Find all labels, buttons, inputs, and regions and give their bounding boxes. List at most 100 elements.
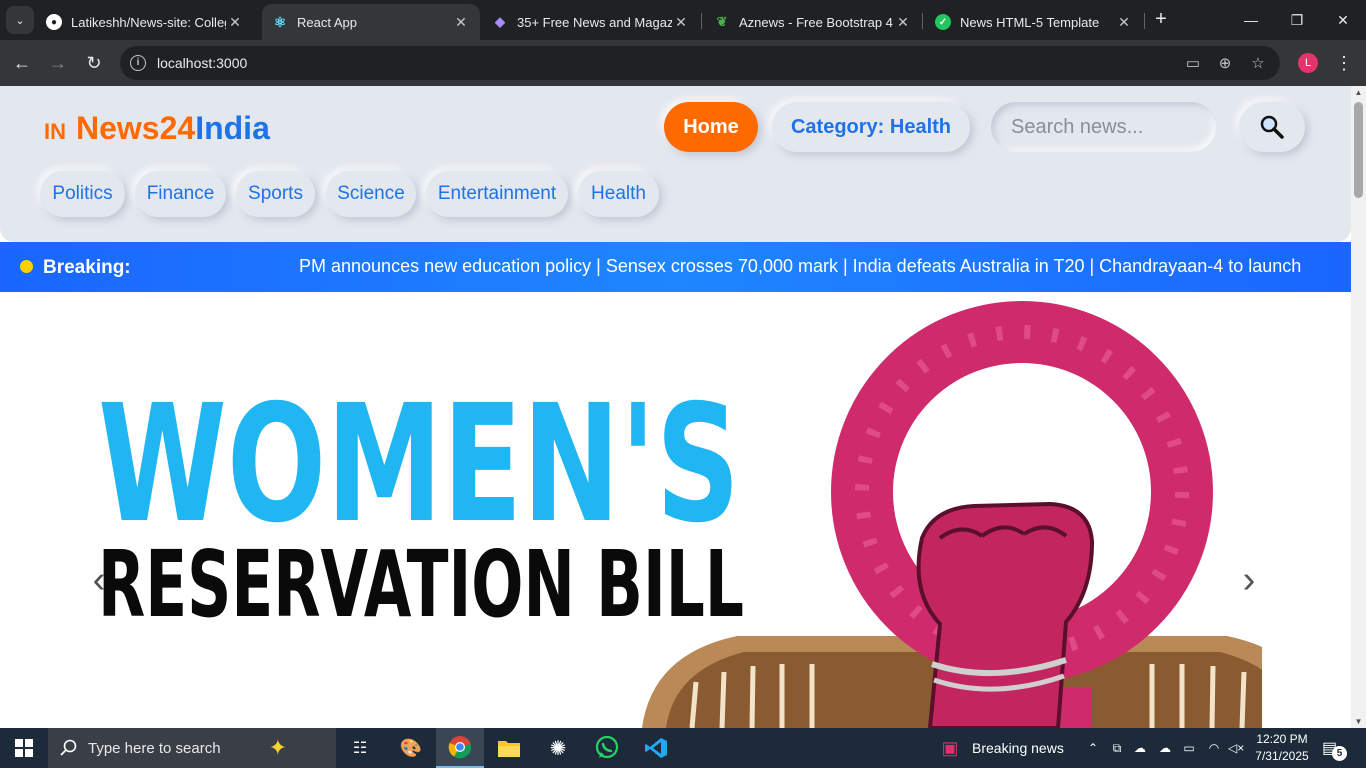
onedrive-sync-icon[interactable]: ☁ <box>1157 740 1173 756</box>
category-politics[interactable]: Politics <box>40 171 125 217</box>
tab-news-template[interactable]: ✓ News HTML-5 Template ✕ <box>925 4 1143 40</box>
show-hidden-icons[interactable]: ⌃ <box>1085 740 1101 756</box>
news-ticker: PM announces new education policy | Sens… <box>299 242 1331 292</box>
close-icon[interactable]: ✕ <box>1115 14 1133 31</box>
womens-reservation-bill-illustration: WOMEN'S RESERVATION BILL <box>92 292 1262 728</box>
start-button[interactable] <box>0 728 48 768</box>
widgets-label[interactable]: Breaking news <box>972 740 1064 756</box>
tab-search-button[interactable]: ⌄ <box>6 6 34 34</box>
category-sports[interactable]: Sports <box>236 171 315 217</box>
taskbar-paint-app[interactable]: 🎨 <box>387 728 435 768</box>
category-health[interactable]: Health <box>578 171 659 217</box>
whatsapp-icon <box>595 736 619 759</box>
check-icon: ✓ <box>935 14 951 30</box>
close-icon[interactable]: ✕ <box>226 14 244 31</box>
page-viewport: IN News24 India Home Category: Health Po… <box>0 86 1351 728</box>
tab-title: Latikeshh/News-site: College <box>71 14 226 30</box>
taskbar-whatsapp-app[interactable] <box>583 728 631 768</box>
battery-icon[interactable]: ▭ <box>1181 740 1197 756</box>
widgets-button[interactable]: ▣ <box>930 728 970 768</box>
volume-muted-icon[interactable]: ◁× <box>1228 740 1244 756</box>
india-flag-icon: IN <box>44 119 66 144</box>
install-app-icon[interactable]: ▭ <box>1183 54 1203 74</box>
category-entertainment[interactable]: Entertainment <box>426 171 568 217</box>
scroll-up-icon[interactable]: ▲ <box>1354 88 1363 97</box>
page-scrollbar[interactable]: ▲ ▼ <box>1351 86 1366 728</box>
taskbar-clock[interactable]: 12:20 PM 7/31/2025 <box>1250 731 1314 765</box>
taskbar-search-placeholder: Type here to search <box>88 739 221 757</box>
task-view-icon: ☷ <box>352 740 368 757</box>
leaf-icon: ❦ <box>716 14 728 29</box>
tab-title: News HTML-5 Template <box>960 14 1100 30</box>
site-logo[interactable]: IN News24 India <box>44 110 270 147</box>
notification-count-badge: 5 <box>1332 746 1347 761</box>
category-finance[interactable]: Finance <box>135 171 226 217</box>
news-carousel: WOMEN'S RESERVATION BILL ‹ › <box>0 292 1351 728</box>
tab-title: 35+ Free News and Magazine <box>517 14 672 30</box>
vscode-icon <box>645 738 667 758</box>
category-science[interactable]: Science <box>326 171 416 217</box>
close-icon[interactable]: ✕ <box>452 14 470 31</box>
taskbar-chrome-app[interactable] <box>436 728 484 768</box>
task-view-button[interactable]: ☷ <box>336 728 384 768</box>
tab-react-app[interactable]: ⚛ React App ✕ <box>262 4 480 40</box>
tab-github[interactable]: ● Latikeshh/News-site: College ✕ <box>36 4 254 40</box>
ticker-text[interactable]: PM announces new education policy | Sens… <box>299 256 1301 277</box>
chatgpt-icon: ✺ <box>549 737 567 760</box>
minimize-button[interactable]: — <box>1228 8 1274 32</box>
colorlib-icon: ◆ <box>495 14 505 29</box>
live-dot-icon <box>20 260 33 273</box>
taskbar-file-explorer[interactable] <box>485 728 533 768</box>
scroll-down-icon[interactable]: ▼ <box>1354 717 1363 726</box>
site-header: IN News24 India Home Category: Health Po… <box>0 86 1351 242</box>
search-input[interactable] <box>991 102 1216 152</box>
tab-free-news[interactable]: ◆ 35+ Free News and Magazine ✕ <box>482 4 700 40</box>
new-tab-button[interactable]: + <box>1150 8 1172 32</box>
tab-aznews[interactable]: ❦ Aznews - Free Bootstrap 4 H ✕ <box>704 4 922 40</box>
chrome-icon <box>448 736 472 759</box>
folder-icon <box>498 741 520 757</box>
onedrive-icon[interactable]: ☁ <box>1132 740 1148 756</box>
taskbar-search-box[interactable]: Type here to search ✦ <box>48 728 336 768</box>
carousel-slide-image[interactable]: WOMEN'S RESERVATION BILL <box>92 292 1262 728</box>
site-info-icon[interactable]: i <box>130 55 146 71</box>
profile-avatar[interactable]: L <box>1298 53 1318 73</box>
search-icon <box>1260 115 1284 139</box>
back-button[interactable]: ← <box>10 51 34 75</box>
react-icon: ⚛ <box>273 13 287 30</box>
tab-divider <box>922 13 923 29</box>
brand-name-part1: News24 <box>76 110 196 146</box>
url-text[interactable]: localhost:3000 <box>157 55 247 71</box>
wifi-icon[interactable]: ◠ <box>1206 740 1222 756</box>
clock-time: 12:20 PM <box>1256 732 1308 746</box>
meet-now-icon[interactable]: ⧉ <box>1109 740 1125 756</box>
browser-menu-icon[interactable]: ⋮ <box>1334 51 1354 75</box>
carousel-prev-button[interactable]: ‹ <box>84 560 114 600</box>
address-bar[interactable]: i localhost:3000 ▭ ⊕ ☆ <box>120 46 1280 80</box>
brand-name-part2: India <box>195 110 270 146</box>
category-dropdown[interactable]: Category: Health <box>772 102 970 152</box>
tab-divider <box>1144 13 1145 29</box>
carousel-next-button[interactable]: › <box>1234 560 1264 600</box>
tab-title: React App <box>297 14 357 30</box>
search-button[interactable] <box>1239 102 1305 152</box>
notification-center-button[interactable]: ▤ 5 <box>1322 738 1352 761</box>
tab-title: Aznews - Free Bootstrap 4 H <box>739 14 894 30</box>
clock-date: 7/31/2025 <box>1255 749 1309 763</box>
close-icon[interactable]: ✕ <box>894 14 912 31</box>
taskbar-vscode-app[interactable] <box>632 728 680 768</box>
zoom-icon[interactable]: ⊕ <box>1215 54 1235 74</box>
home-button[interactable]: Home <box>664 102 758 152</box>
sparkle-icon: ✦ <box>268 735 288 760</box>
palette-icon: 🎨 <box>399 737 423 758</box>
scroll-thumb[interactable] <box>1354 102 1363 198</box>
restore-button[interactable]: ❐ <box>1274 8 1320 32</box>
close-icon[interactable]: ✕ <box>672 14 690 31</box>
window-close-button[interactable]: ✕ <box>1320 8 1366 32</box>
bookmark-star-icon[interactable]: ☆ <box>1248 54 1268 74</box>
reload-button[interactable]: ↻ <box>82 51 106 75</box>
breaking-label: Breaking: <box>43 257 131 278</box>
forward-button[interactable]: → <box>46 51 70 75</box>
taskbar-chatgpt-app[interactable]: ✺ <box>534 728 582 768</box>
news-widget-icon: ▣ <box>941 737 959 758</box>
